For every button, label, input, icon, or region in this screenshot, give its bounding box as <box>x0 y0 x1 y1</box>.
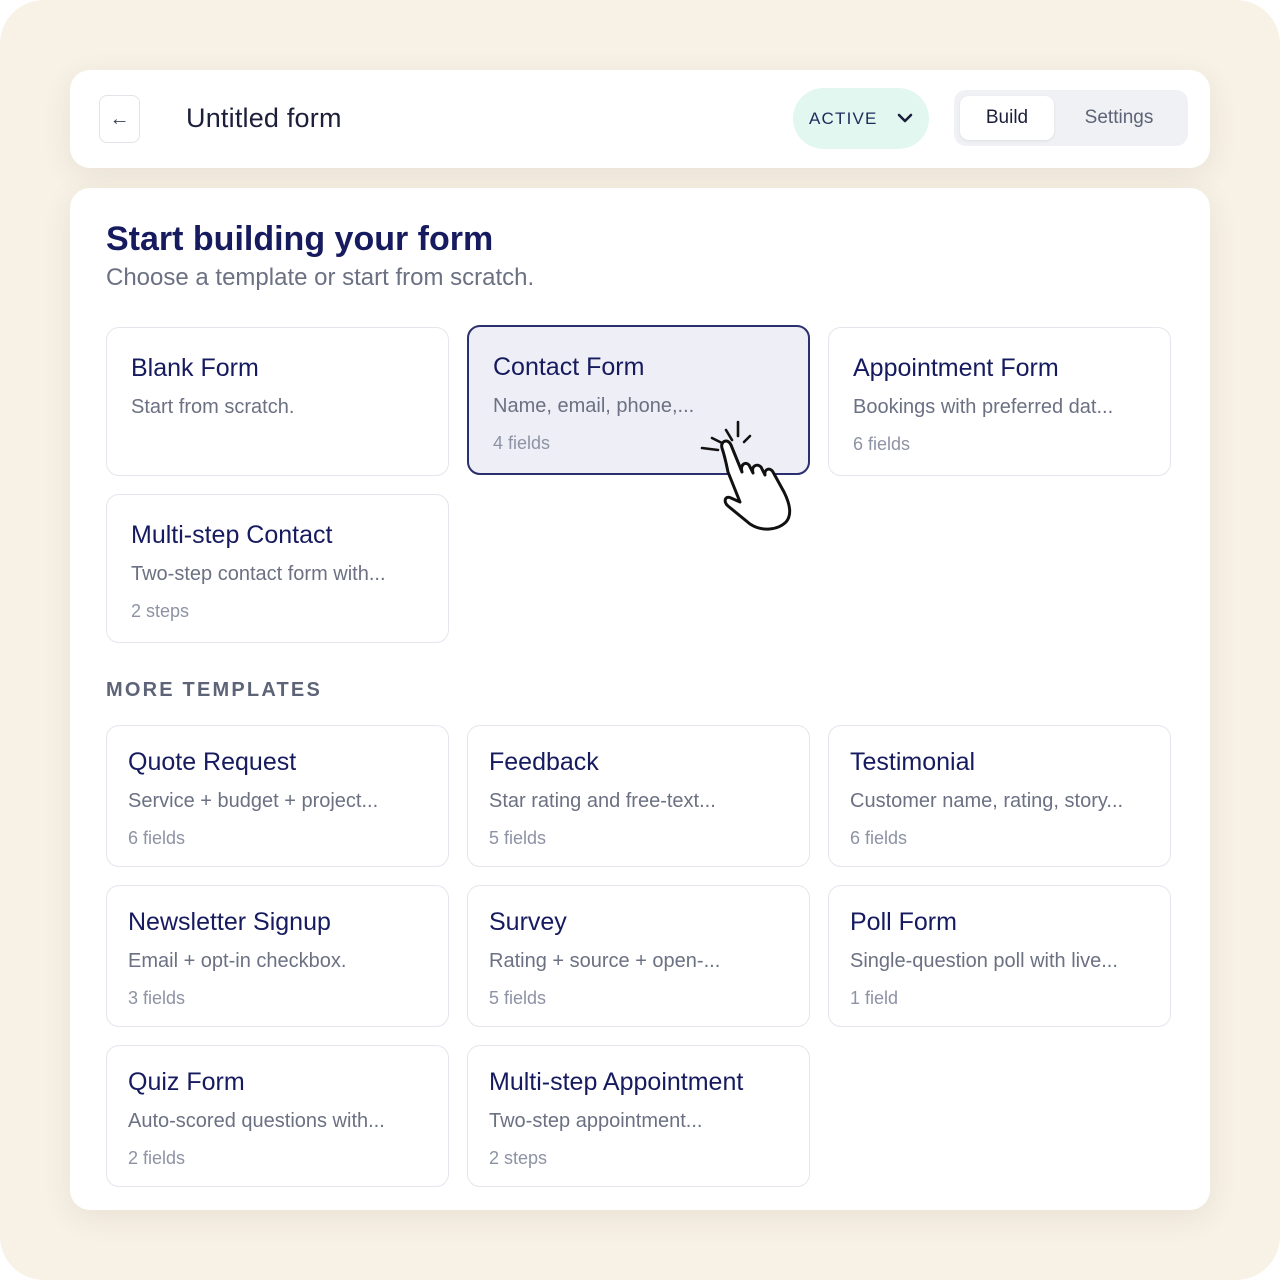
card-field-count: 6 fields <box>850 828 908 848</box>
page-title: Start building your form <box>106 220 494 258</box>
view-toggle: Build Settings <box>954 90 1188 146</box>
card-description: Bookings with preferred dat... <box>853 396 1114 418</box>
card-description: Rating + source + open-... <box>489 950 721 972</box>
template-card-quiz-form[interactable]: Quiz Form Auto-scored questions with... … <box>106 1045 449 1187</box>
card-title: Contact Form <box>493 353 645 381</box>
card-field-count: 5 fields <box>489 988 547 1008</box>
card-title: Survey <box>489 908 567 936</box>
template-card-contact-form[interactable]: Contact Form Name, email, phone,... 4 fi… <box>467 325 810 475</box>
template-card-appointment-form[interactable]: Appointment Form Bookings with preferred… <box>828 327 1171 476</box>
card-description: Start from scratch. <box>131 396 295 418</box>
card-description: Star rating and free-text... <box>489 790 716 812</box>
form-header: ← Untitled form ACTIVE Build Settings <box>70 70 1210 168</box>
card-description: Service + budget + project... <box>128 790 379 812</box>
card-title: Quote Request <box>128 748 297 776</box>
more-templates-heading: MORE TEMPLATES <box>106 679 322 701</box>
template-card-quote-request[interactable]: Quote Request Service + budget + project… <box>106 725 449 867</box>
card-description: Two-step appointment... <box>489 1110 703 1132</box>
card-field-count: 3 fields <box>128 988 186 1008</box>
template-card-blank-form[interactable]: Blank Form Start from scratch. <box>106 327 449 476</box>
card-field-count: 1 field <box>850 988 899 1008</box>
card-title: Poll Form <box>850 908 957 936</box>
card-title: Blank Form <box>131 354 259 382</box>
card-description: Email + opt-in checkbox. <box>128 950 347 972</box>
template-panel: Start building your form Choose a templa… <box>70 188 1210 1210</box>
back-button[interactable]: ← <box>99 95 140 143</box>
status-label: ACTIVE <box>809 108 878 128</box>
card-description: Customer name, rating, story... <box>850 790 1124 812</box>
template-card-poll-form[interactable]: Poll Form Single-question poll with live… <box>828 885 1171 1027</box>
card-title: Feedback <box>489 748 599 776</box>
template-card-feedback[interactable]: Feedback Star rating and free-text... 5 … <box>467 725 810 867</box>
card-description: Two-step contact form with... <box>131 563 386 585</box>
template-card-multi-step-appointment[interactable]: Multi-step Appointment Two-step appointm… <box>467 1045 810 1187</box>
card-title: Quiz Form <box>128 1068 245 1096</box>
form-title[interactable]: Untitled form <box>186 103 342 134</box>
card-field-count: 5 fields <box>489 828 547 848</box>
chevron-down-icon <box>897 113 913 123</box>
card-step-count: 2 steps <box>489 1148 548 1168</box>
card-field-count: 4 fields <box>493 433 551 453</box>
card-description: Single-question poll with live... <box>850 950 1118 972</box>
card-field-count: 6 fields <box>128 828 186 848</box>
card-title: Multi-step Appointment <box>489 1068 744 1096</box>
card-description: Auto-scored questions with... <box>128 1110 385 1132</box>
template-card-multi-step-contact[interactable]: Multi-step Contact Two-step contact form… <box>106 494 449 643</box>
card-field-count: 6 fields <box>853 434 911 454</box>
template-card-testimonial[interactable]: Testimonial Customer name, rating, story… <box>828 725 1171 867</box>
template-card-survey[interactable]: Survey Rating + source + open-... 5 fiel… <box>467 885 810 1027</box>
page-subtitle: Choose a template or start from scratch. <box>106 264 535 291</box>
arrow-left-icon: ← <box>109 107 130 130</box>
template-card-newsletter-signup[interactable]: Newsletter Signup Email + opt-in checkbo… <box>106 885 449 1027</box>
tab-build[interactable]: Build <box>960 96 1054 140</box>
app-frame: ← Untitled form ACTIVE Build Settings St… <box>0 0 1280 1280</box>
card-title: Newsletter Signup <box>128 908 331 936</box>
card-step-count: 2 steps <box>131 601 190 621</box>
status-dropdown[interactable]: ACTIVE <box>793 88 929 149</box>
card-description: Name, email, phone,... <box>493 395 695 417</box>
card-title: Appointment Form <box>853 354 1059 382</box>
tab-settings[interactable]: Settings <box>1056 96 1182 140</box>
card-field-count: 2 fields <box>128 1148 186 1168</box>
card-title: Testimonial <box>850 748 976 776</box>
card-title: Multi-step Contact <box>131 521 333 549</box>
